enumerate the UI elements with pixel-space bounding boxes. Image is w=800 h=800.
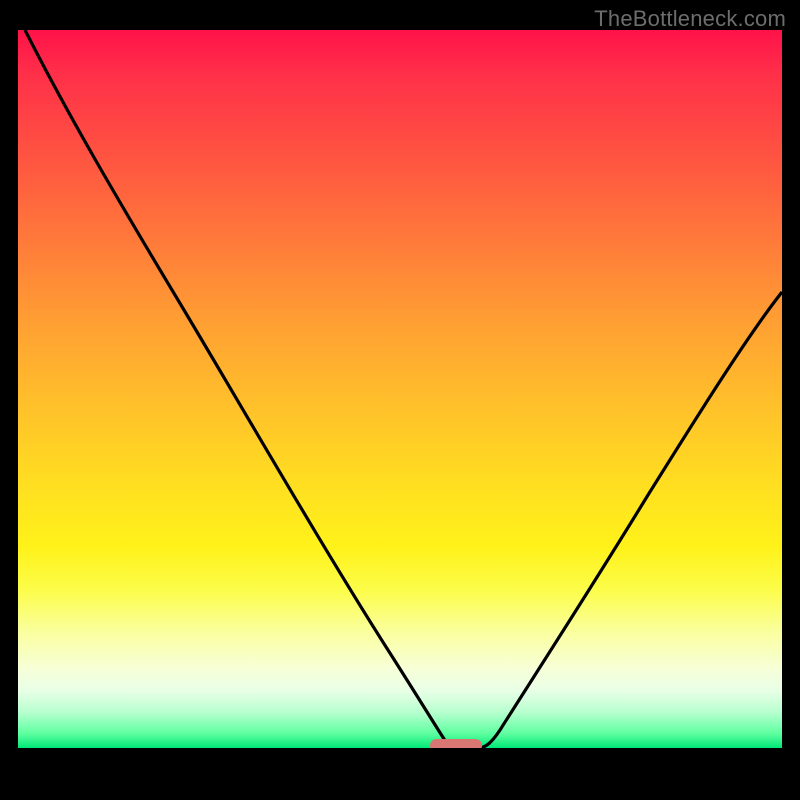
chart-frame bbox=[18, 30, 782, 782]
plot-area bbox=[18, 30, 782, 782]
watermark-text: TheBottleneck.com bbox=[594, 6, 786, 32]
bottleneck-curve bbox=[18, 30, 782, 748]
curve-path bbox=[25, 30, 782, 748]
bottom-axis-strip bbox=[18, 748, 782, 782]
